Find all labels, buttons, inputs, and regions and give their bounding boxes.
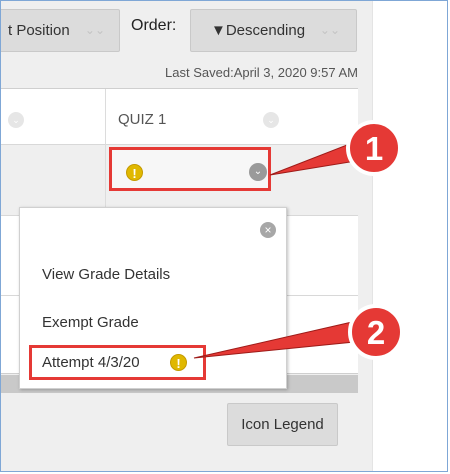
chevron-down-icon: ⌄⌄: [319, 23, 340, 37]
exclamation-icon: !: [170, 354, 187, 371]
grade-context-menu: × View Grade Details Exempt Grade Attemp…: [19, 207, 287, 389]
chevron-down-icon: ⌄⌄: [84, 23, 105, 37]
menu-item-view-grade-details[interactable]: View Grade Details: [42, 266, 170, 283]
chevron-down-icon[interactable]: ⌄: [8, 112, 24, 128]
last-saved-text: Last Saved:April 3, 2020 9:57 AM: [165, 65, 358, 80]
order-dropdown[interactable]: ▼Descending ⌄⌄: [190, 9, 357, 52]
order-value: ▼Descending: [211, 22, 306, 39]
menu-item-exempt-grade[interactable]: Exempt Grade: [42, 314, 139, 331]
exclamation-icon: !: [126, 164, 143, 181]
sort-by-label: t Position: [8, 22, 70, 39]
row-divider: [1, 144, 358, 145]
icon-legend-button[interactable]: Icon Legend: [227, 403, 338, 446]
grade-cell[interactable]: ! ⌄: [109, 147, 271, 191]
chevron-down-icon[interactable]: ⌄: [249, 163, 267, 181]
screenshot-frame: t Position ⌄⌄ Order: ▼Descending ⌄⌄ Last…: [0, 0, 448, 472]
close-icon[interactable]: ×: [260, 222, 276, 238]
grade-center-panel: t Position ⌄⌄ Order: ▼Descending ⌄⌄ Last…: [1, 1, 372, 471]
menu-item-attempt[interactable]: Attempt 4/3/20 !: [29, 345, 206, 380]
sort-by-dropdown[interactable]: t Position ⌄⌄: [1, 9, 120, 52]
attempt-label: Attempt 4/3/20: [42, 354, 140, 371]
column-header-quiz: QUIZ 1: [118, 111, 167, 128]
icon-legend-label: Icon Legend: [241, 416, 324, 433]
chevron-down-icon[interactable]: ⌄: [263, 112, 279, 128]
order-label: Order:: [131, 17, 177, 34]
side-panel: [372, 1, 447, 471]
